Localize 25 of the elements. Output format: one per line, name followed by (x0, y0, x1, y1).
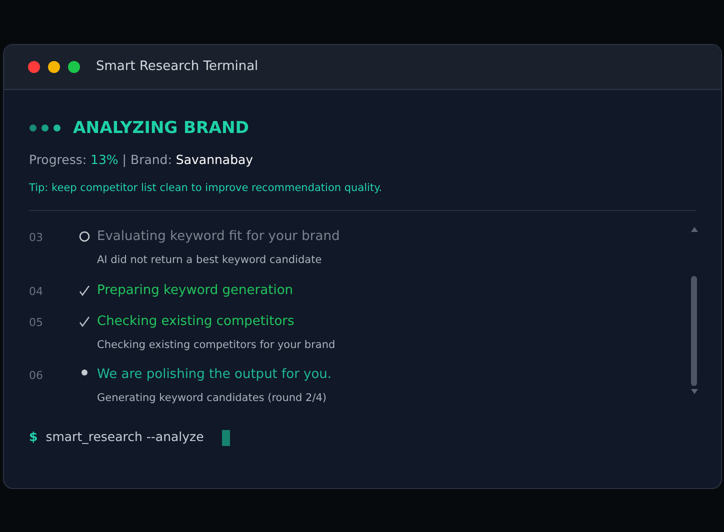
loading-dots-icon (29, 124, 61, 132)
step-title: Checking existing competitors (97, 313, 296, 331)
close-button[interactable] (28, 61, 40, 73)
step-number: 06 (29, 368, 44, 384)
window-title: Smart Research Terminal (96, 58, 258, 76)
minimize-button[interactable] (48, 61, 60, 73)
step-title: Preparing keyword generation (97, 282, 294, 300)
step-number: 05 (29, 315, 44, 331)
step-title: We are polishing the output for you. (97, 366, 332, 384)
maximize-button[interactable] (68, 61, 80, 73)
step-number: 03 (29, 230, 44, 246)
tip-text: Tip: keep competitor list clean to improve recommendation quality. (29, 180, 384, 196)
command-text: smart_research --analyze (46, 428, 204, 446)
step-title: Evaluating keyword fit for your brand (97, 228, 340, 246)
step-detail: Checking existing competitors for your brand (97, 338, 336, 352)
status-heading: ANALYZING BRAND (73, 117, 249, 139)
prompt-symbol: $ (29, 428, 38, 446)
step-number: 04 (29, 284, 44, 300)
progress-line: Progress: 13% | Brand: Savannabay (29, 150, 254, 169)
scrollbar-thumb[interactable] (691, 276, 697, 386)
scroll-up-icon[interactable] (690, 227, 698, 232)
scroll-down-icon[interactable] (690, 389, 698, 394)
step-detail: AI did not return a best keyword candidate (97, 252, 323, 268)
step-detail: Generating keyword candidates (round 2/4) (97, 390, 328, 406)
text-cursor (222, 430, 230, 446)
